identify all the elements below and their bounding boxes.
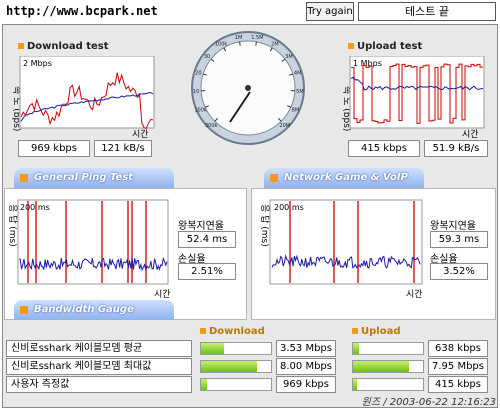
upload-kbps: 415 kbps — [348, 140, 420, 157]
bw-down-value: 8.00 Mbps — [276, 358, 336, 375]
tab-bandwidth-gauge[interactable]: Bandwidth Gauge — [14, 300, 174, 320]
ping-right-chart: 응 답 (ms) 200 ms — [259, 199, 423, 285]
download-chart: 속 도 (bps) 2 Mbps 시간 — [11, 56, 155, 138]
gauge-tick-label: 30 — [204, 54, 210, 60]
upload-kBs: 51.9 kB/s — [424, 140, 488, 157]
gauge-tick-label: 10 — [193, 89, 199, 95]
bullet-icon — [348, 43, 354, 49]
gauge-tick-label: 1M — [235, 35, 243, 41]
ping-left-yaxis: 응 답 (ms) — [7, 204, 19, 247]
ping-left-rtt-label: 왕복지연율 — [178, 221, 224, 232]
upload-scale: 1 Mbps — [353, 59, 382, 68]
upload-xaxis: 시간 — [462, 129, 479, 138]
ping-left-xaxis: 시간 — [154, 290, 171, 300]
gauge-tick — [255, 41, 257, 46]
bullet-icon — [200, 328, 206, 334]
gauge-tick-label: 100k — [194, 107, 207, 113]
ping-left-loss: 2.51% — [178, 263, 236, 280]
gauge-tick-label: 20 — [195, 71, 201, 77]
bw-up-bar — [352, 360, 424, 373]
footer-timestamp: 원즈 / 2003-06-22 12:16:23 — [361, 397, 496, 408]
download-kbps: 969 kbps — [18, 140, 90, 157]
ping-right-yaxis: 응 답 (ms) — [259, 204, 271, 247]
download-scale: 2 Mbps — [23, 59, 52, 68]
gauge-tick-label: 1.5M — [251, 35, 263, 41]
site-url[interactable]: http://www.bcpark.net — [6, 4, 158, 18]
bw-up-bar — [352, 378, 424, 391]
bw-down-value: 3.53 Mbps — [276, 340, 336, 357]
bw-down-bar — [200, 360, 272, 373]
gauge-tick-label: 8M — [292, 107, 300, 113]
gauge-tick-label: 4M — [294, 71, 302, 77]
bw-up-value: 638 kbps — [428, 340, 488, 357]
download-title: Download test — [18, 41, 109, 52]
upload-chart: 속 도 (bps) 1 Mbps 시간 — [341, 56, 485, 138]
tab-bullet-icon — [20, 174, 28, 182]
tab-network-game[interactable]: Network Game & VoIP Test — [264, 168, 424, 203]
bw-up-value: 415 kbps — [428, 376, 488, 393]
ping-right-rtt: 59.3 ms — [430, 231, 488, 248]
gauge-tick-label: 3M — [285, 54, 293, 60]
bw-up-value: 7.95 Mbps — [428, 358, 488, 375]
speed-gauge: 300k 100k 10 20 30 100k 1M 1.5M 2M 3M 4M 5M 8M 20M — [191, 31, 305, 145]
ping-right-rtt-label: 왕복지연율 — [430, 221, 476, 232]
gauge-tick-label: 5M — [296, 89, 304, 95]
download-kBs: 121 kB/s — [94, 140, 152, 157]
gauge-tick-label: 300k — [205, 123, 218, 129]
bw-upload-header: Upload — [352, 326, 400, 337]
ping-right-xaxis: 시간 — [406, 290, 423, 300]
bullet-icon — [18, 43, 24, 49]
tab-bullet-icon — [20, 306, 28, 314]
bw-down-bar — [200, 342, 272, 355]
gauge-tick-label: 100k — [215, 41, 228, 47]
try-again-button[interactable]: Try again — [306, 2, 354, 21]
gauge-tick-label: 20M — [279, 123, 290, 129]
gauge-tick — [239, 41, 241, 46]
download-xaxis: 시간 — [132, 129, 149, 138]
ping-right-loss: 3.52% — [430, 263, 488, 280]
bw-down-value: 969 kbps — [276, 376, 336, 393]
top-bar: http://www.bcpark.net Try again 테스트 끝 — [0, 0, 500, 24]
ping-left-scale: 200 ms — [20, 203, 50, 212]
status-box: 테스트 끝 — [358, 2, 496, 21]
bw-row-label: 사용자 측정값 — [6, 376, 192, 393]
ping-left-rtt: 52.4 ms — [178, 231, 236, 248]
gauge-tick-label: 2M — [271, 41, 279, 47]
bw-row-label: 신비로sshark 케이블모뎀 최대값 — [6, 358, 192, 375]
ping-right-scale: 200 ms — [274, 203, 304, 212]
bw-down-bar — [200, 378, 272, 391]
bw-row-label: 신비로sshark 케이블모뎀 평균 — [6, 340, 192, 357]
tab-bullet-icon — [270, 174, 278, 182]
bw-up-bar — [352, 342, 424, 355]
tab-general-ping[interactable]: General Ping Test — [14, 168, 174, 188]
ping-left-chart: 응 답 (ms) 200 ms — [7, 199, 169, 285]
bullet-icon — [352, 328, 358, 334]
bw-download-header: Download — [200, 326, 265, 337]
upload-title: Upload test — [348, 41, 422, 52]
